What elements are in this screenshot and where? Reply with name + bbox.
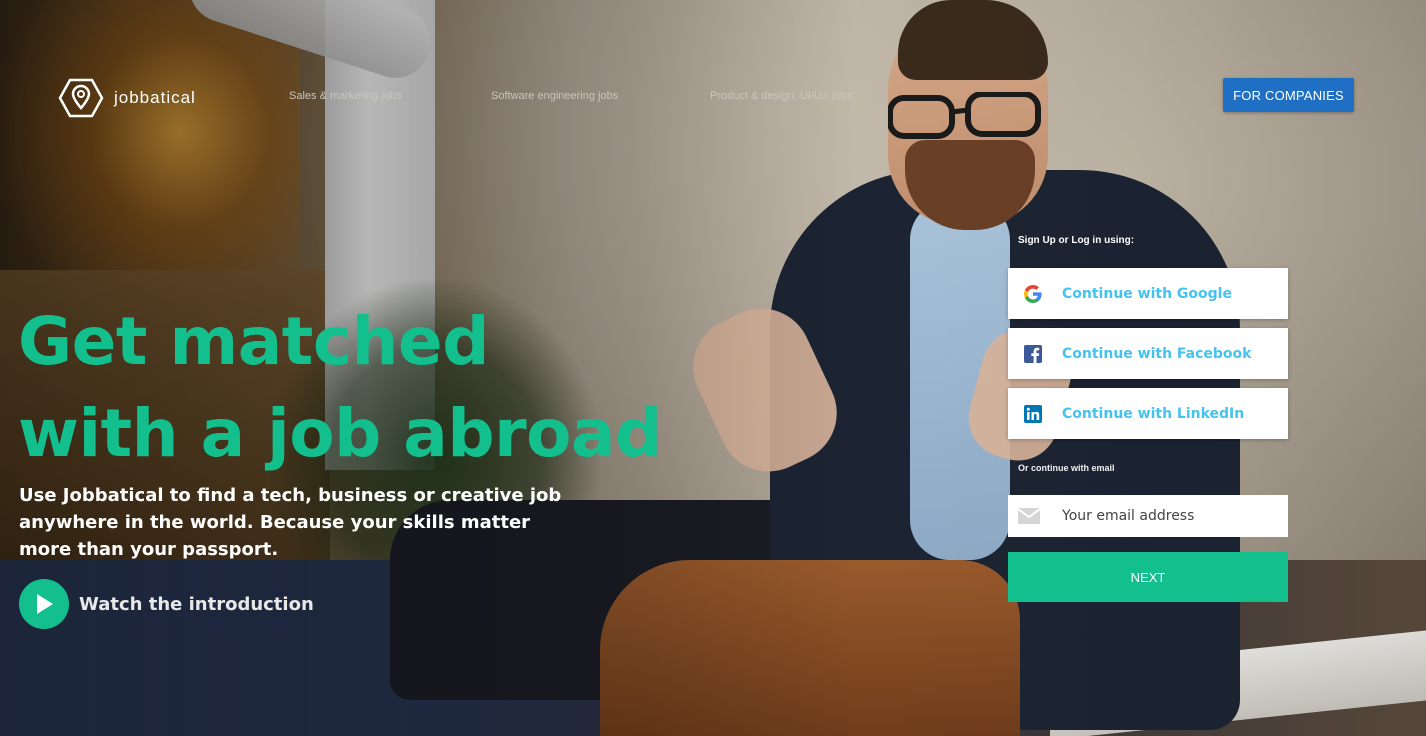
facebook-icon (1023, 344, 1043, 364)
google-icon (1023, 284, 1043, 304)
email-input[interactable] (1060, 507, 1274, 525)
logo-pin-icon (58, 78, 104, 118)
continue-with-linkedin-label: Continue with LinkedIn (1062, 405, 1245, 422)
nav-product-design-jobs[interactable]: Product & design, UI/UX jobs (710, 90, 852, 102)
continue-with-facebook-label: Continue with Facebook (1062, 345, 1252, 362)
hero-title-line-2: with a job abroad (18, 395, 662, 472)
hero-title: Get matched with a job abroad (18, 296, 662, 480)
nav-sales-marketing-jobs[interactable]: Sales & marketing jobs (289, 90, 402, 102)
hero-title-line-1: Get matched (18, 303, 489, 380)
continue-with-linkedin-button[interactable]: Continue with LinkedIn (1008, 388, 1288, 439)
next-button[interactable]: NEXT (1008, 552, 1288, 602)
continue-with-facebook-button[interactable]: Continue with Facebook (1008, 328, 1288, 379)
mail-icon (1018, 508, 1040, 524)
logo-link[interactable]: jobbatical (58, 78, 196, 118)
email-field-wrapper (1008, 495, 1288, 537)
watch-introduction-link[interactable]: Watch the introduction (19, 579, 314, 629)
continue-with-google-button[interactable]: Continue with Google (1008, 268, 1288, 319)
for-companies-button[interactable]: FOR COMPANIES (1223, 78, 1354, 112)
logo-text: jobbatical (114, 88, 196, 107)
nav-software-engineering-jobs[interactable]: Software engineering jobs (491, 90, 618, 102)
watch-introduction-label: Watch the introduction (79, 593, 314, 615)
linkedin-icon (1023, 404, 1043, 424)
play-button[interactable] (19, 579, 69, 629)
signup-heading: Sign Up or Log in using: (1018, 235, 1135, 246)
or-continue-with-email-label: Or continue with email (1018, 463, 1115, 473)
hero-subtitle: Use Jobbatical to find a tech, business … (19, 485, 562, 560)
continue-with-google-label: Continue with Google (1062, 285, 1232, 302)
play-icon (37, 594, 53, 614)
